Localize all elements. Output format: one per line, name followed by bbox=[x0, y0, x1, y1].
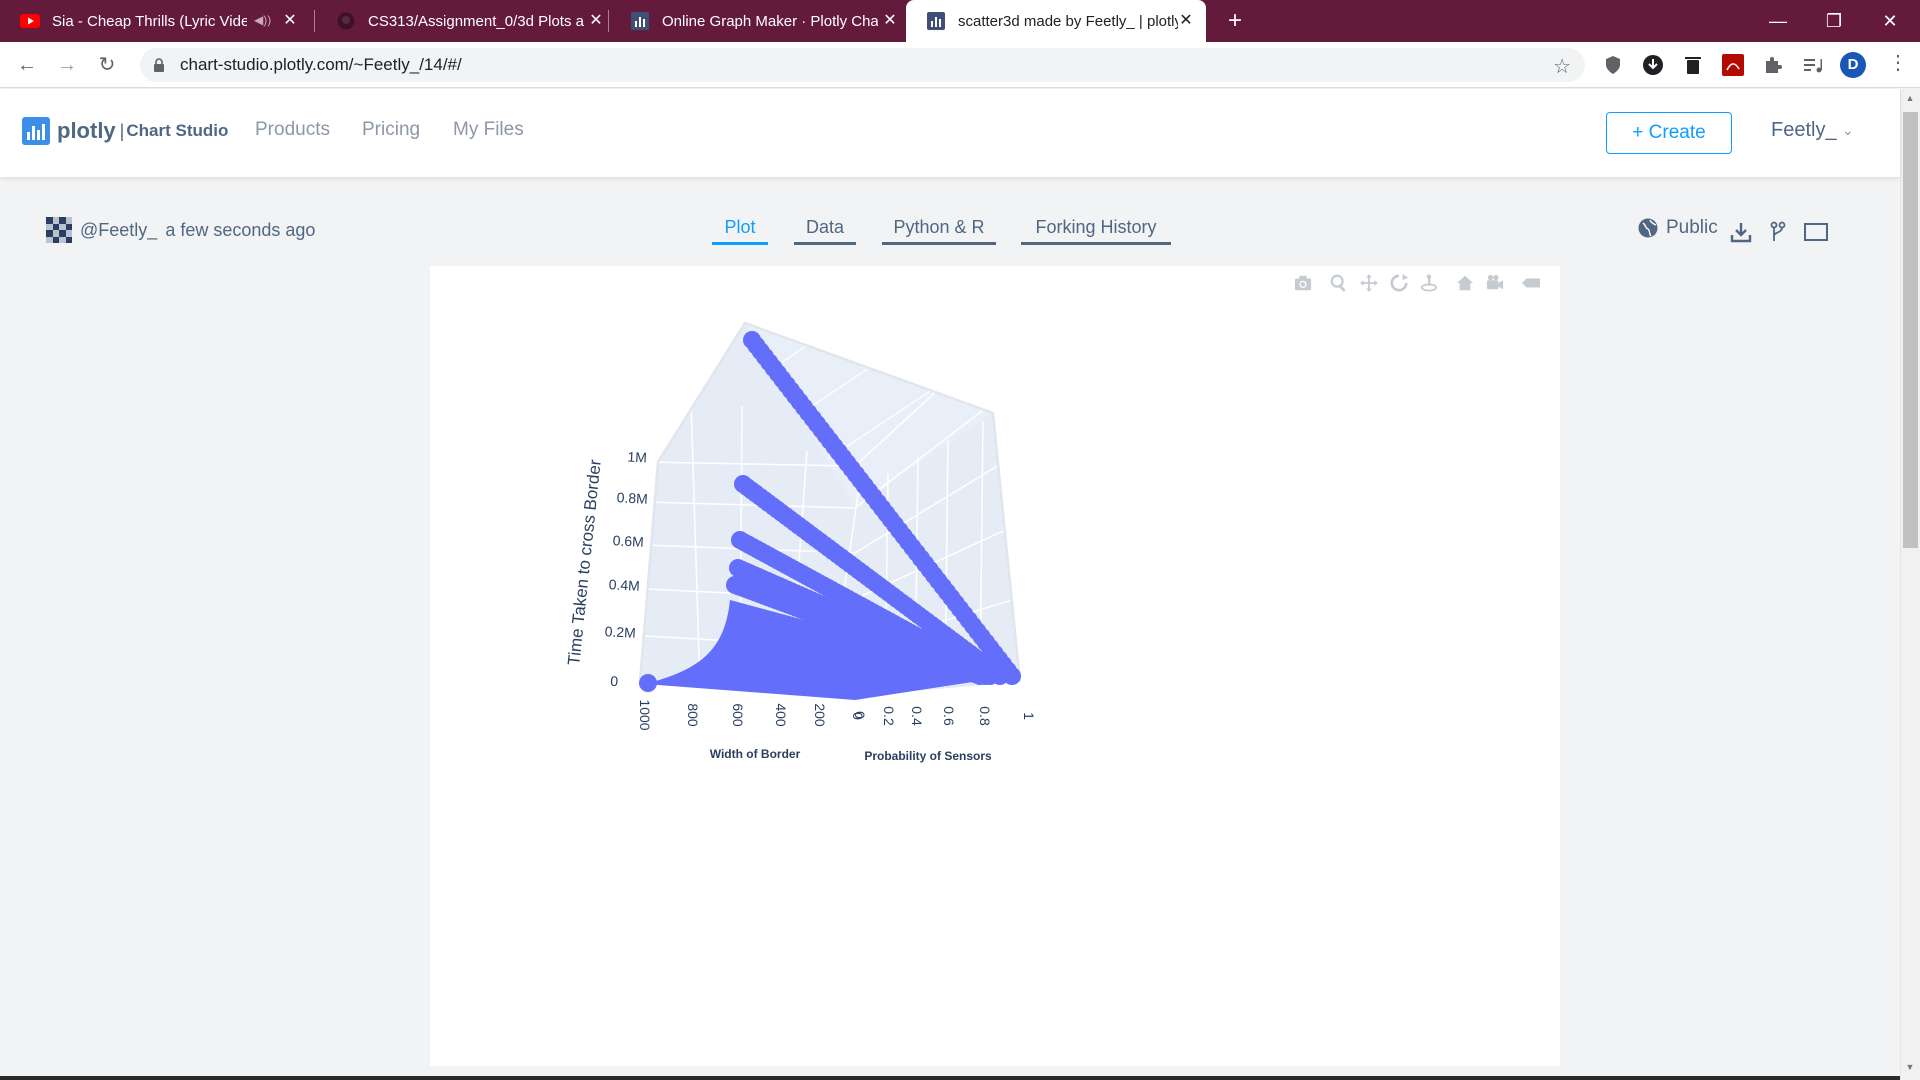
tab-separator bbox=[608, 10, 609, 32]
browser-tab-scatter3d[interactable]: scatter3d made by Feetly_ | plotly ✕ bbox=[906, 0, 1206, 42]
y-tick-label: 0 bbox=[850, 712, 866, 720]
tab-title: Sia - Cheap Thrills (Lyric Vide bbox=[52, 12, 247, 30]
brand-name: plotly bbox=[57, 118, 116, 143]
scroll-up-arrow[interactable]: ▲ bbox=[1903, 93, 1917, 107]
shield-extension-icon[interactable] bbox=[1600, 52, 1626, 78]
timestamp: a few seconds ago bbox=[165, 219, 316, 240]
audio-playing-icon: ◀)) bbox=[254, 13, 272, 27]
plotly-icon bbox=[630, 11, 650, 31]
browser-tab-strip: Sia - Cheap Thrills (Lyric Vide ◀)) ✕ CS… bbox=[0, 0, 1920, 42]
fork-icon[interactable] bbox=[1765, 219, 1791, 245]
tab-title: scatter3d made by Feetly_ | plotly bbox=[958, 12, 1178, 30]
page-scrollbar-thumb[interactable] bbox=[1903, 112, 1918, 548]
extensions-puzzle-icon[interactable] bbox=[1760, 52, 1786, 78]
plotly-icon bbox=[926, 11, 946, 31]
tab-separator bbox=[314, 10, 315, 32]
brand-subtitle: Chart Studio bbox=[126, 121, 229, 140]
browser-profile-avatar[interactable]: D bbox=[1840, 52, 1866, 78]
nav-products[interactable]: Products bbox=[255, 119, 330, 141]
user-menu[interactable]: Feetly_ bbox=[1771, 119, 1837, 142]
url-text: chart-studio.plotly.com/~Feetly_/14/#/ bbox=[180, 55, 462, 74]
pdf-extension-icon[interactable] bbox=[1720, 52, 1746, 78]
plotly-logo-icon bbox=[22, 117, 50, 145]
z-tick-label: 0.6M bbox=[612, 532, 644, 550]
z-tick-label: 1M bbox=[627, 449, 647, 466]
x-tick-label: 800 bbox=[685, 703, 701, 727]
minimize-window-button[interactable]: — bbox=[1750, 0, 1806, 42]
chevron-down-icon[interactable]: ⌄ bbox=[1842, 122, 1854, 139]
y-tick-label: 1 bbox=[1021, 712, 1037, 720]
back-icon[interactable]: ← bbox=[12, 50, 42, 80]
browser-tab-github[interactable]: CS313/Assignment_0/3d Plots at ✕ bbox=[316, 0, 616, 42]
close-tab-icon[interactable]: ✕ bbox=[1176, 11, 1196, 31]
tab-data[interactable]: Data bbox=[794, 217, 856, 245]
x-tick-label: 600 bbox=[730, 703, 746, 727]
author-avatar[interactable] bbox=[46, 217, 72, 243]
z-tick-label: 0 bbox=[610, 673, 619, 689]
z-axis-title: Time Taken to cross Border bbox=[564, 458, 605, 666]
x-tick-label: 1000 bbox=[637, 699, 653, 730]
forward-icon[interactable]: → bbox=[52, 50, 82, 80]
tab-title: Online Graph Maker · Plotly Char bbox=[662, 12, 878, 30]
x-tick-label: 400 bbox=[773, 703, 789, 727]
close-tab-icon[interactable]: ✕ bbox=[280, 11, 300, 31]
restore-window-button[interactable]: ❐ bbox=[1806, 0, 1862, 42]
visibility-status[interactable]: Public bbox=[1638, 217, 1718, 239]
tab-python-r[interactable]: Python & R bbox=[882, 217, 996, 245]
github-icon bbox=[336, 11, 356, 31]
close-window-button[interactable]: ✕ bbox=[1862, 0, 1918, 42]
close-tab-icon[interactable]: ✕ bbox=[586, 11, 606, 31]
address-bar[interactable]: chart-studio.plotly.com/~Feetly_/14/#/ ☆ bbox=[140, 48, 1585, 82]
taskbar-edge bbox=[0, 1076, 1900, 1080]
download-extension-icon[interactable] bbox=[1640, 52, 1666, 78]
author-info: @Feetly_ a few seconds ago bbox=[46, 217, 315, 243]
browser-tab-youtube[interactable]: Sia - Cheap Thrills (Lyric Vide ◀)) ✕ bbox=[0, 0, 310, 42]
y-tick-label: 0.6 bbox=[941, 706, 957, 726]
z-tick-label: 0.2M bbox=[604, 623, 636, 641]
nav-my-files[interactable]: My Files bbox=[453, 119, 524, 141]
z-tick-label: 0.8M bbox=[616, 489, 648, 507]
reload-icon[interactable]: ↻ bbox=[92, 50, 122, 80]
visibility-label: Public bbox=[1666, 217, 1718, 238]
youtube-icon bbox=[20, 11, 40, 31]
browser-menu-icon[interactable]: ⋮ bbox=[1888, 50, 1908, 80]
tab-title: CS313/Assignment_0/3d Plots at bbox=[368, 12, 584, 30]
download-icon[interactable] bbox=[1728, 219, 1754, 245]
browser-toolbar: ← → ↻ chart-studio.plotly.com/~Feetly_/1… bbox=[0, 42, 1920, 88]
nav-pricing[interactable]: Pricing bbox=[362, 119, 420, 141]
tab-forking-history[interactable]: Forking History bbox=[1021, 217, 1171, 245]
scatter3d-chart[interactable]: 00.2M0.4M0.6M0.8M1M1000 800 600 400 200 00 0.2… bbox=[430, 266, 1560, 1066]
x-axis-title: Width of Border bbox=[710, 747, 801, 761]
media-control-icon[interactable] bbox=[1800, 52, 1826, 78]
z-tick-label: 0.4M bbox=[608, 576, 640, 594]
site-header: plotly | Chart Studio Products Pricing M… bbox=[0, 89, 1900, 177]
brand-separator: | bbox=[119, 120, 125, 141]
plotly-logo[interactable]: plotly | Chart Studio bbox=[22, 117, 228, 145]
y-tick-label: 0.8 bbox=[977, 706, 993, 726]
author-name[interactable]: @Feetly_ bbox=[80, 220, 157, 241]
browser-tab-graph-maker[interactable]: Online Graph Maker · Plotly Char ✕ bbox=[610, 0, 910, 42]
tab-plot[interactable]: Plot bbox=[712, 217, 768, 245]
data-marker bbox=[639, 674, 657, 692]
y-tick-label: 0.2 bbox=[881, 706, 897, 726]
lock-icon bbox=[154, 58, 164, 72]
create-button[interactable]: + Create bbox=[1606, 112, 1732, 154]
fullscreen-icon[interactable] bbox=[1803, 219, 1829, 245]
new-tab-button[interactable]: + bbox=[1222, 8, 1248, 34]
trash-extension-icon[interactable] bbox=[1680, 52, 1706, 78]
bookmark-star-icon[interactable]: ☆ bbox=[1553, 54, 1571, 79]
scroll-down-arrow[interactable]: ▼ bbox=[1903, 1062, 1917, 1076]
globe-icon bbox=[1638, 218, 1658, 238]
y-axis-title: Probability of Sensors bbox=[864, 749, 992, 763]
close-tab-icon[interactable]: ✕ bbox=[880, 11, 900, 31]
y-tick-label: 0.4 bbox=[909, 706, 925, 726]
x-tick-label: 200 bbox=[812, 703, 828, 727]
